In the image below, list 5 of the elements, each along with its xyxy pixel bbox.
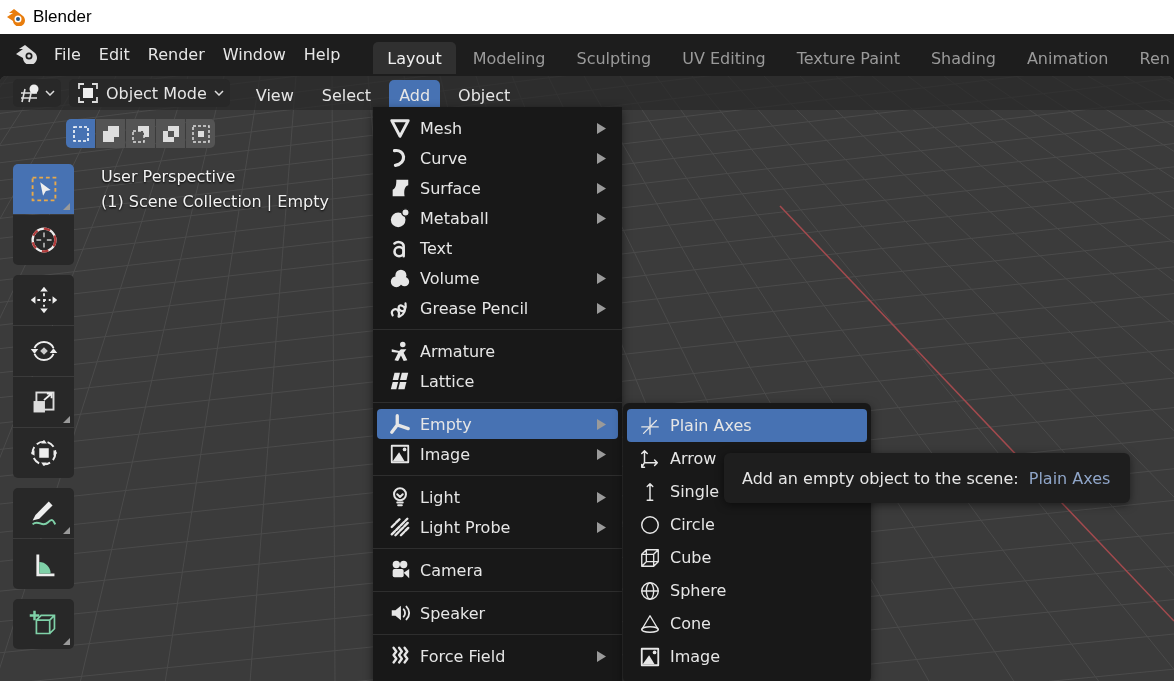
viewport-info-text: User Perspective: [101, 167, 237, 186]
window-title: Blender: [33, 7, 92, 27]
viewport-info-text: (1) Scene Collection | Empty: [101, 192, 329, 211]
tooltip-text: Add an empty object to the scene:: [742, 468, 1019, 488]
tooltip-value: Plain Axes: [1028, 468, 1111, 488]
